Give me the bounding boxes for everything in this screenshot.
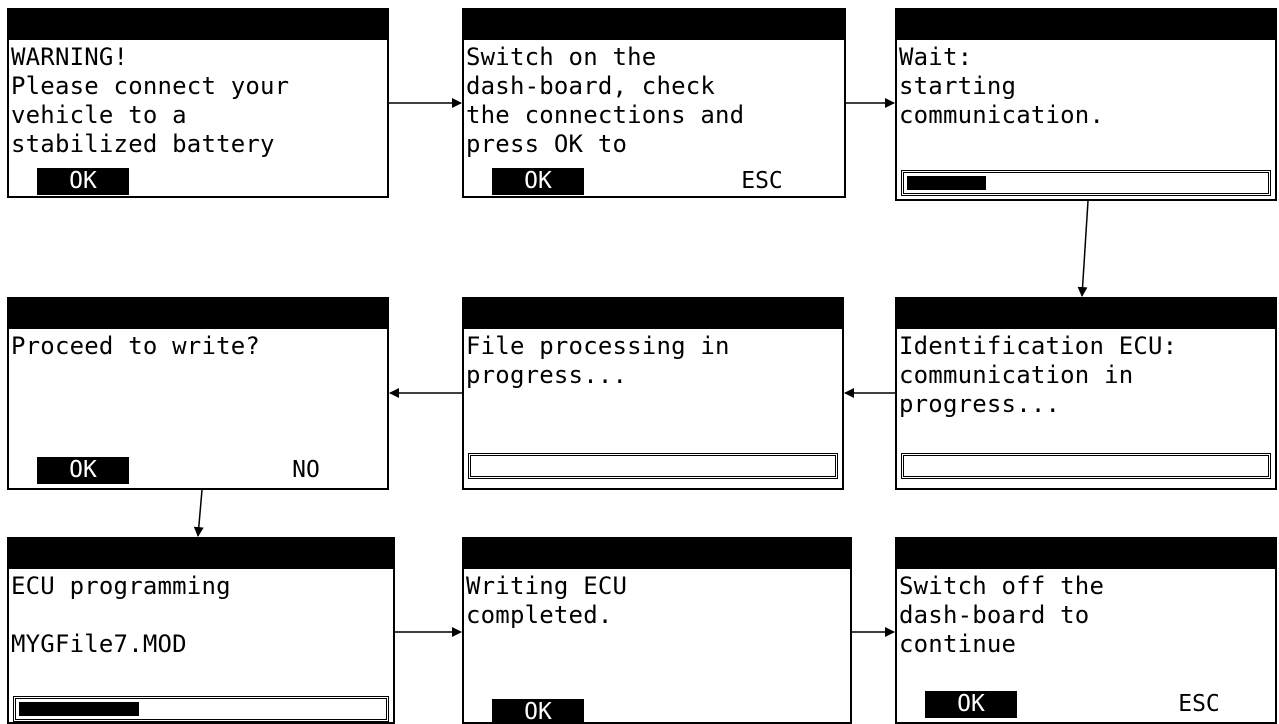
flow-arrows [193,98,1089,637]
flow-arrow [193,489,204,537]
flow-arrow [1077,200,1089,297]
